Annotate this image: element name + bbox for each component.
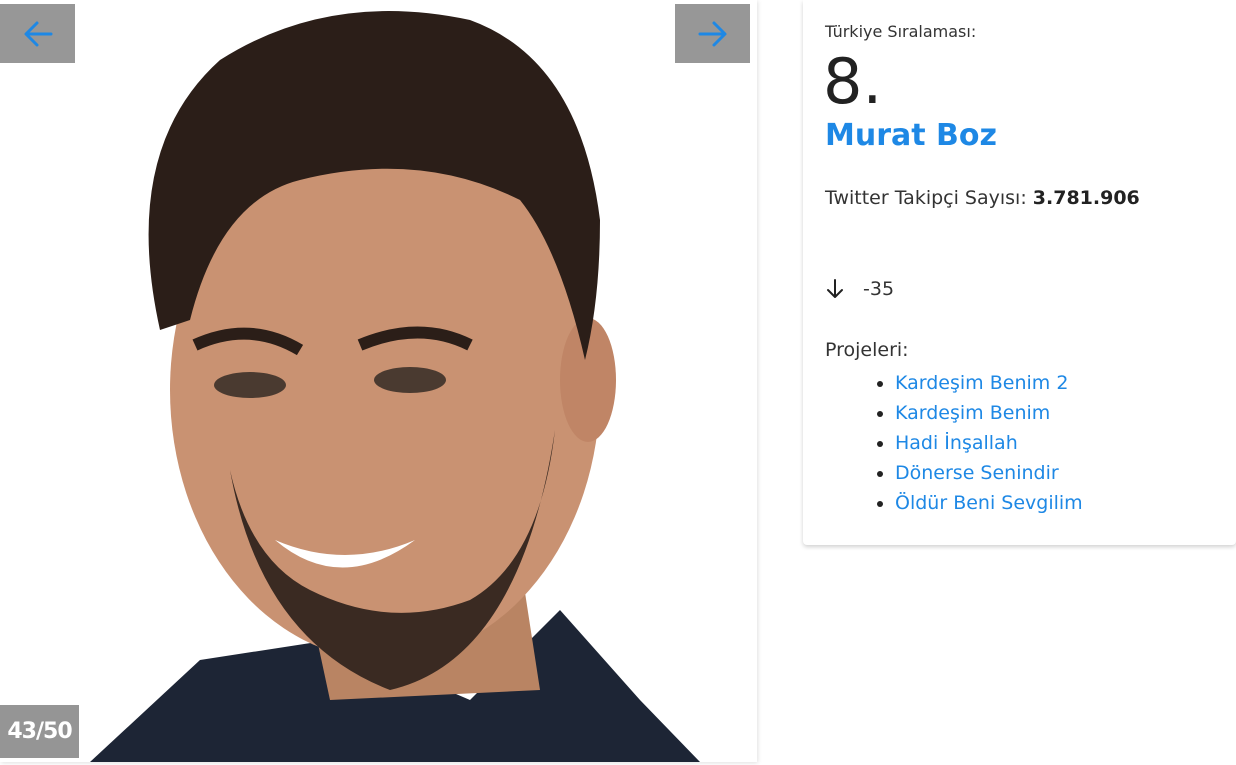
project-item: Dönerse Senindir [895, 458, 1083, 488]
project-item: Kardeşim Benim [895, 398, 1083, 428]
project-item: Hadi İnşallah [895, 428, 1083, 458]
project-link[interactable]: Hadi İnşallah [895, 432, 1018, 454]
project-link[interactable]: Kardeşim Benim [895, 402, 1050, 424]
project-link[interactable]: Kardeşim Benim 2 [895, 372, 1068, 394]
next-photo-button[interactable] [675, 4, 750, 63]
photo-gallery: 43/50 [0, 0, 757, 762]
rank-label: Türkiye Sıralaması: [825, 22, 977, 41]
arrow-right-icon [698, 21, 726, 46]
projects-label: Projeleri: [825, 339, 909, 361]
arrow-down-icon [827, 279, 843, 298]
arrow-left-icon [24, 21, 52, 46]
followers-label: Twitter Takipçi Sayısı: [825, 187, 1027, 209]
project-item: Öldür Beni Sevgilim [895, 488, 1083, 518]
project-item: Kardeşim Benim 2 [895, 368, 1083, 398]
rank-value: 8. [823, 45, 883, 118]
project-link[interactable]: Dönerse Senindir [895, 462, 1059, 484]
prev-photo-button[interactable] [0, 4, 75, 63]
profile-card: Türkiye Sıralaması: 8. Murat Boz Twitter… [803, 0, 1236, 545]
followers-value: 3.781.906 [1032, 187, 1140, 209]
person-name-link[interactable]: Murat Boz [825, 118, 997, 153]
rank-change: -35 [825, 278, 894, 300]
twitter-followers: Twitter Takipçi Sayısı: 3.781.906 [825, 187, 1140, 209]
project-link[interactable]: Öldür Beni Sevgilim [895, 492, 1083, 514]
portrait-photo [0, 0, 757, 762]
projects-list: Kardeşim Benim 2 Kardeşim Benim Hadi İnş… [873, 368, 1083, 518]
photo-counter: 43/50 [0, 705, 79, 758]
rank-change-value: -35 [863, 278, 895, 300]
